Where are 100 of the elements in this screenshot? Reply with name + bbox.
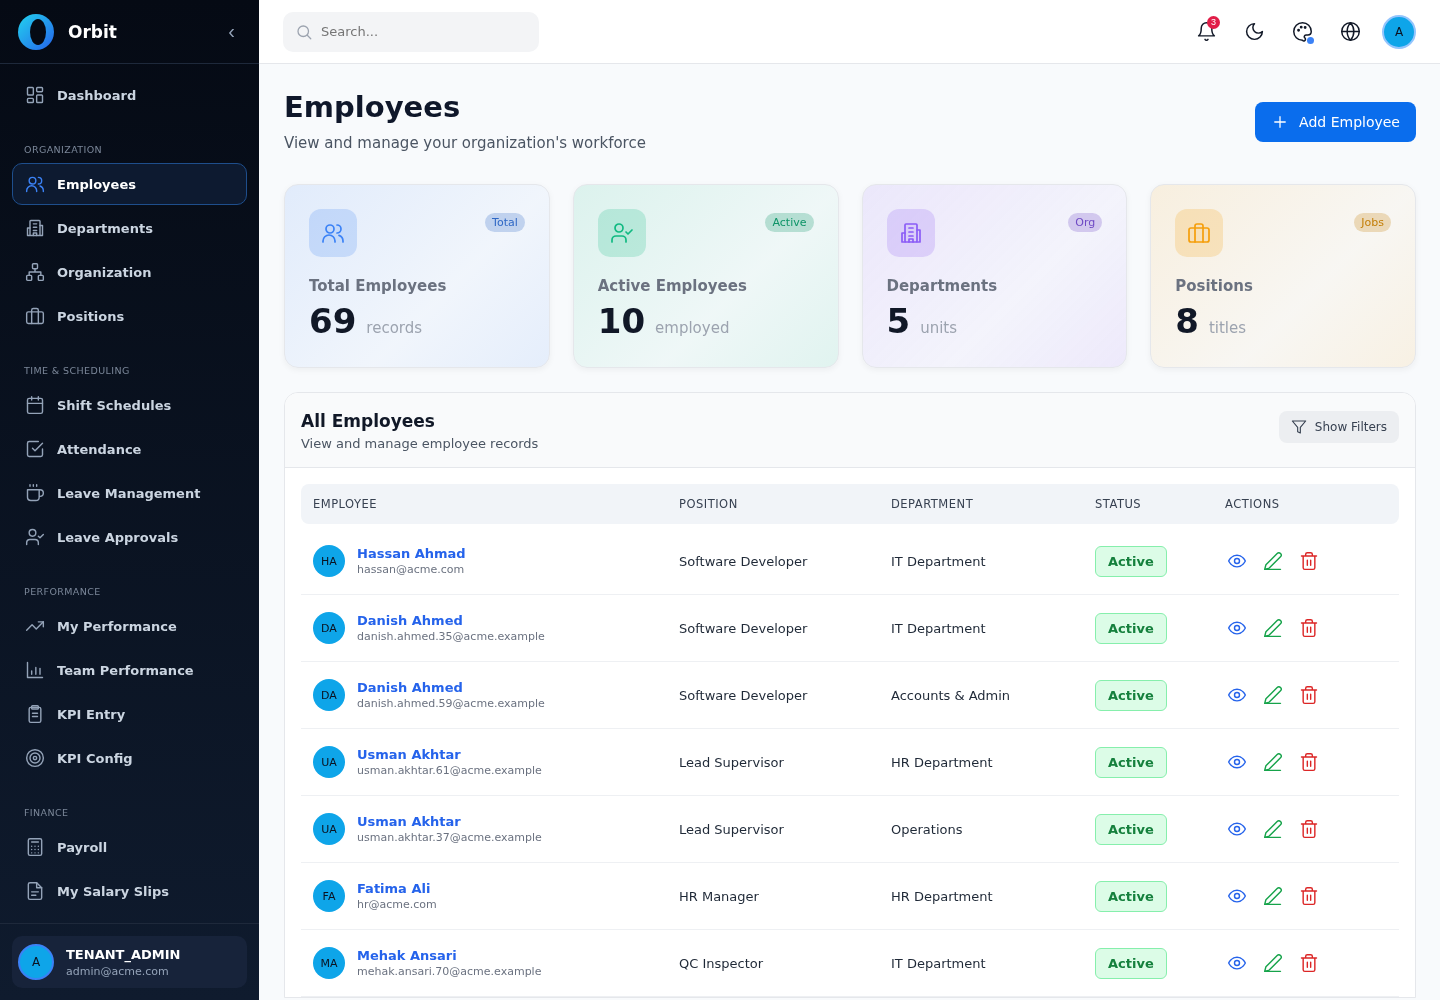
- nav-item[interactable]: Organization: [12, 251, 247, 293]
- nav-item[interactable]: Payroll: [12, 826, 247, 868]
- user-card[interactable]: A TENANT_ADMIN admin@acme.com: [12, 936, 247, 988]
- section-title: All Employees: [301, 411, 436, 431]
- page-subtitle: View and manage your organization's workforce: [284, 134, 646, 152]
- avatar-button[interactable]: A: [1382, 14, 1416, 49]
- edit-button[interactable]: [1261, 750, 1285, 774]
- stat-label: Departments: [886, 277, 999, 295]
- search-field[interactable]: Search...: [283, 11, 539, 52]
- nav-item[interactable]: Shift Schedules: [12, 384, 247, 426]
- table-cell-text: Software Developer: [678, 687, 809, 703]
- nav-item[interactable]: Leave Management: [12, 472, 247, 514]
- person-check-icon: [25, 527, 45, 547]
- stat-label: Active Employees: [597, 277, 748, 295]
- calendar-icon: [25, 395, 45, 415]
- palette-icon: [1291, 21, 1313, 42]
- hierarchy-icon: [25, 262, 45, 282]
- pencil-icon: [1263, 819, 1283, 839]
- table-cell-text: Lead Supervisor: [678, 821, 785, 837]
- nav-item[interactable]: Dashboard: [12, 74, 247, 116]
- stat-label: Total Employees: [309, 277, 448, 295]
- table-cell-text: IT Department: [890, 955, 987, 971]
- edit-button[interactable]: [1261, 549, 1285, 573]
- stat-label: Positions: [1175, 277, 1254, 295]
- employee-email: usman.akhtar.37@acme.example: [357, 831, 542, 844]
- employee-email: hr@acme.com: [357, 898, 437, 911]
- trash-icon: [1299, 551, 1319, 571]
- building-icon: [25, 218, 45, 238]
- employee-name-link[interactable]: Fatima Ali: [357, 881, 437, 896]
- user-email: admin@acme.com: [66, 964, 170, 978]
- pencil-icon: [1263, 551, 1283, 571]
- trash-icon: [1299, 886, 1319, 906]
- clipboard-icon: [25, 704, 45, 724]
- nav-item[interactable]: KPI Config: [12, 737, 247, 779]
- cup-icon: [25, 483, 45, 503]
- status-badge: Active: [1095, 813, 1167, 845]
- trash-icon: [1299, 819, 1319, 839]
- employee-name-link[interactable]: Usman Akhtar: [357, 814, 542, 829]
- employee-email: danish.ahmed.59@acme.example: [357, 697, 545, 710]
- employee-name-link[interactable]: Usman Akhtar: [357, 747, 542, 762]
- nav-item[interactable]: Team Performance: [12, 649, 247, 691]
- ring-logo-icon: [18, 13, 54, 50]
- nav-item[interactable]: My Salary Slips: [12, 870, 247, 912]
- collapse-button[interactable]: ‹: [222, 20, 241, 43]
- status-badge: Active: [1095, 612, 1167, 644]
- stat-tag: Active: [765, 213, 814, 232]
- nav-item[interactable]: Employees: [12, 163, 247, 205]
- stat-unit: units: [920, 319, 958, 337]
- column-header: EMPLOYEE: [312, 497, 379, 511]
- brand-name: Orbit: [68, 21, 118, 42]
- avatar: A: [18, 944, 54, 980]
- stat-value: 10: [597, 301, 646, 341]
- stat-tag: Org: [1068, 213, 1103, 232]
- employee-email: usman.akhtar.61@acme.example: [357, 764, 542, 777]
- employee-name-link[interactable]: Danish Ahmed: [357, 680, 545, 695]
- edit-button[interactable]: [1261, 817, 1285, 841]
- employee-name-link[interactable]: Hassan Ahmad: [357, 546, 466, 561]
- trash-icon: [1299, 618, 1319, 638]
- edit-button[interactable]: [1261, 951, 1285, 975]
- avatar: UA: [313, 746, 345, 778]
- edit-button[interactable]: [1261, 616, 1285, 640]
- moon-icon: [1243, 21, 1265, 42]
- pencil-icon: [1263, 618, 1283, 638]
- avatar: DA: [313, 679, 345, 711]
- status-badge: Active: [1095, 880, 1167, 912]
- section-subtitle: View and manage employee records: [301, 436, 539, 451]
- trash-icon: [1299, 752, 1319, 772]
- trash-icon: [1299, 953, 1319, 973]
- section-heading: FINANCE: [23, 806, 70, 820]
- calculator-icon: [25, 837, 45, 857]
- person-check-icon: [609, 221, 634, 245]
- notification-badge: 3: [1207, 15, 1220, 29]
- bar-chart-icon: [25, 660, 45, 680]
- notifications-button[interactable]: 3: [1190, 15, 1222, 48]
- table-cell-text: Operations: [890, 821, 964, 837]
- page-title: Employees: [284, 90, 462, 124]
- trash-icon: [1299, 685, 1319, 705]
- table-cell-text: QC Inspector: [678, 955, 765, 971]
- employee-name-link[interactable]: Danish Ahmed: [357, 613, 545, 628]
- nav-item[interactable]: KPI Entry: [12, 693, 247, 735]
- nav-item[interactable]: Leave Approvals: [12, 516, 247, 558]
- add-employee-button[interactable]: Add Employee: [1255, 102, 1416, 142]
- column-header: STATUS: [1094, 497, 1143, 511]
- stat-tag: Total: [485, 213, 525, 232]
- status-badge: Active: [1095, 746, 1167, 778]
- nav-item[interactable]: Attendance: [12, 428, 247, 470]
- avatar: FA: [313, 880, 345, 912]
- stat-value: 69: [309, 301, 357, 341]
- show-filters-button[interactable]: Show Filters: [1278, 411, 1399, 443]
- edit-button[interactable]: [1261, 884, 1285, 908]
- nav-item[interactable]: My Performance: [12, 605, 247, 647]
- employee-name-link[interactable]: Mehak Ansari: [357, 948, 542, 963]
- briefcase-icon: [1187, 221, 1212, 245]
- table-cell-text: Lead Supervisor: [678, 754, 785, 770]
- nav-item[interactable]: Departments: [12, 207, 247, 249]
- pencil-icon: [1263, 953, 1283, 973]
- table-cell-text: IT Department: [890, 553, 987, 569]
- edit-button[interactable]: [1261, 683, 1285, 707]
- employee-email: hassan@acme.com: [357, 563, 466, 576]
- nav-item[interactable]: Positions: [12, 295, 247, 337]
